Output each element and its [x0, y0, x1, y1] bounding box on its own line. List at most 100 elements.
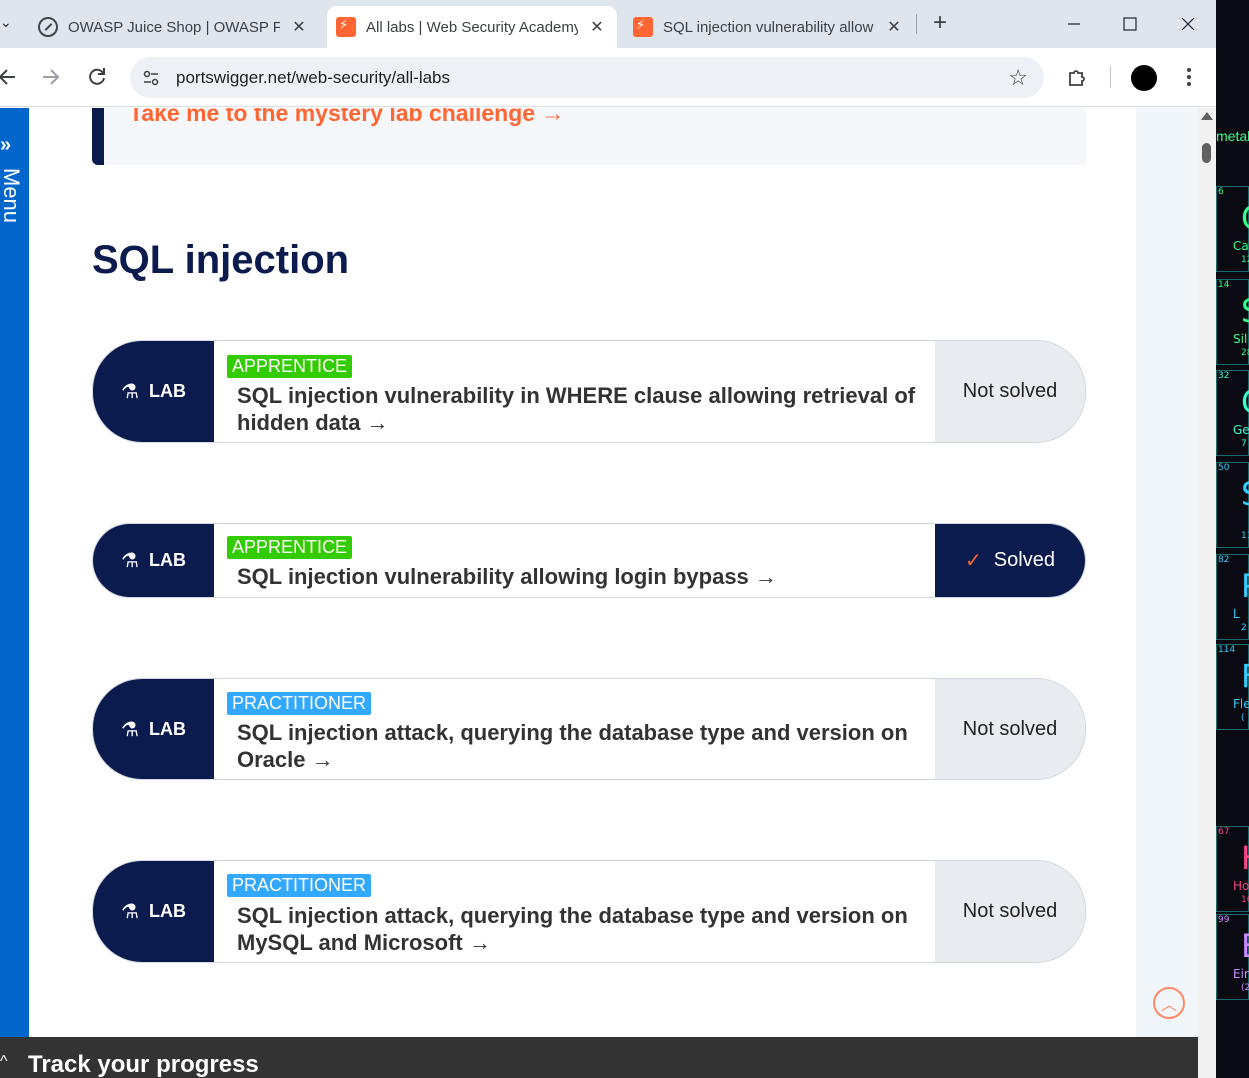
lab-badge: ⚗ LAB — [93, 341, 214, 442]
status-not-solved: Not solved — [935, 861, 1085, 962]
element-name: Hol — [1233, 879, 1249, 893]
tab-separator — [916, 14, 917, 34]
page-viewport: » Menu Take me to the mystery lab challe… — [0, 108, 1216, 1078]
arrow-left-icon — [0, 69, 15, 85]
address-bar[interactable]: portswigger.net/web-security/all-labs ☆ — [130, 57, 1044, 98]
chevron-up-icon: ^ — [0, 1053, 8, 1070]
section-title: SQL injection — [92, 238, 350, 282]
double-chevron-right-icon: » — [0, 134, 12, 156]
tab-search-chevron-icon[interactable]: ⌄ — [0, 14, 14, 34]
extensions-button[interactable] — [1064, 64, 1090, 90]
element-name: Fler — [1233, 697, 1249, 711]
periodic-cell: 32 G Germ 7 — [1216, 370, 1249, 456]
flask-icon: ⚗ — [121, 901, 139, 923]
periodic-cell: 82 PL2 — [1216, 554, 1249, 640]
scrollbar-thumb[interactable] — [1202, 143, 1211, 163]
reload-button[interactable] — [84, 64, 110, 90]
main-content: Take me to the mystery lab challenge → S… — [29, 108, 1136, 1038]
menu-label: Menu — [0, 168, 24, 224]
kebab-icon — [1187, 68, 1191, 86]
puzzle-icon — [1069, 70, 1085, 86]
element-name: Einst — [1233, 967, 1249, 981]
reload-icon — [89, 68, 105, 85]
lab-card[interactable]: ⚗ LAB APPRENTICE SQL injection vulnerabi… — [92, 523, 1086, 598]
level-badge-practitioner: PRACTITIONER — [227, 874, 372, 897]
element-weight: 7 — [1241, 439, 1247, 449]
url-text: portswigger.net/web-security/all-labs — [176, 68, 451, 87]
status-not-solved: Not solved — [935, 341, 1085, 442]
maximize-button[interactable] — [1110, 8, 1150, 40]
status-label: Not solved — [962, 717, 1058, 740]
site-info-icon[interactable] — [138, 65, 164, 91]
background-header-fragment: metal — [1216, 128, 1249, 144]
new-tab-button[interactable]: + — [928, 10, 952, 38]
element-name: Ca — [1233, 239, 1249, 253]
element-number: 82 — [1218, 555, 1230, 565]
close-window-button[interactable] — [1168, 8, 1208, 40]
scroll-up-arrow-icon[interactable] — [1201, 112, 1213, 120]
lab-card[interactable]: ⚗ LAB APPRENTICE SQL injection vulnerabi… — [92, 340, 1086, 443]
level-badge-apprentice: APPRENTICE — [227, 355, 353, 378]
menu-kebab-button[interactable] — [1176, 64, 1202, 90]
lab-badge-label: LAB — [148, 550, 186, 570]
element-symbol: G — [1241, 383, 1249, 421]
chevron-up-icon: ︿ — [1160, 997, 1177, 1014]
element-symbol: F — [1241, 657, 1249, 695]
lab-badge-label: LAB — [148, 381, 186, 401]
tab-strip: ⌄ OWASP Juice Shop | OWASP Fo ✕ All labs… — [0, 0, 1216, 48]
lab-title-link[interactable]: SQL injection attack, querying the datab… — [237, 719, 937, 773]
lab-badge-label: LAB — [148, 901, 186, 921]
periodic-cell: 114 F Fler ( — [1216, 644, 1249, 730]
tab-close-icon[interactable]: ✕ — [586, 16, 608, 38]
element-symbol: S — [1241, 475, 1249, 513]
element-symbol: S — [1241, 292, 1249, 330]
lab-title-link[interactable]: SQL injection vulnerability allowing log… — [237, 563, 937, 590]
element-symbol: H — [1241, 839, 1249, 877]
element-number: 67 — [1218, 827, 1230, 837]
element-symbol: E — [1241, 927, 1249, 965]
maximize-icon — [1123, 17, 1137, 31]
mystery-lab-link[interactable]: Take me to the mystery lab challenge → — [129, 108, 564, 127]
tab-close-icon[interactable]: ✕ — [883, 16, 905, 38]
flask-icon: ⚗ — [121, 381, 139, 403]
tab-owasp-juice-shop[interactable]: OWASP Juice Shop | OWASP Fo ✕ — [38, 6, 328, 48]
element-weight: 16 — [1241, 895, 1249, 905]
minimize-button[interactable] — [1054, 8, 1094, 40]
tab-all-labs[interactable]: All labs | Web Security Academy ✕ — [327, 6, 617, 48]
flask-icon: ⚗ — [121, 718, 139, 741]
element-number: 99 — [1218, 915, 1230, 925]
periodic-cell: 14 S Sil 28 — [1216, 279, 1249, 365]
lab-badge-label: LAB — [148, 718, 186, 739]
element-name: Sil — [1233, 332, 1248, 346]
element-name: Germ — [1233, 423, 1249, 437]
bookmark-star-icon[interactable]: ☆ — [1008, 65, 1028, 91]
tab-close-icon[interactable]: ✕ — [288, 16, 310, 38]
lab-title-link[interactable]: SQL injection attack, querying the datab… — [237, 902, 937, 956]
browser-toolbar: portswigger.net/web-security/all-labs ☆ — [0, 48, 1216, 107]
lab-title-link[interactable]: SQL injection vulnerability in WHERE cla… — [237, 382, 937, 436]
mystery-lab-callout: Take me to the mystery lab challenge → — [92, 108, 1086, 165]
lab-badge: ⚗ LAB — [93, 861, 214, 962]
periodic-cell: 99 E Einst (2 — [1216, 914, 1249, 1000]
page-scrollbar[interactable] — [1198, 108, 1216, 1078]
periodic-cell: 67 H Hol 16 — [1216, 826, 1249, 912]
tab-sql-injection-lab[interactable]: SQL injection vulnerability allow ✕ — [633, 6, 913, 48]
back-button[interactable] — [0, 64, 20, 90]
background-window-periodic-table: metal 6 C Ca 12 14 S Sil 28 32 G Germ 7 50 S 11 82 PL2 11… — [1216, 0, 1249, 1078]
track-progress-bar[interactable]: ^ Track your progress — [0, 1037, 1198, 1078]
lab-card[interactable]: ⚗ LAB PRACTITIONER SQL injection attack,… — [92, 678, 1086, 780]
side-menu[interactable]: » Menu — [0, 108, 29, 1078]
status-solved: ✓ Solved — [935, 524, 1085, 597]
browser-window: ⌄ OWASP Juice Shop | OWASP Fo ✕ All labs… — [0, 0, 1216, 1078]
lab-card[interactable]: ⚗ LAB PRACTITIONER SQL injection attack,… — [92, 860, 1086, 963]
scroll-to-top-button[interactable]: ︿ — [1153, 987, 1185, 1019]
tab-title: All labs | Web Security Academy — [366, 18, 578, 36]
owasp-icon — [38, 17, 58, 37]
profile-avatar[interactable] — [1131, 65, 1157, 91]
arrow-right-icon — [43, 69, 60, 85]
forward-button[interactable] — [38, 64, 64, 90]
status-label: Solved — [993, 549, 1055, 571]
status-not-solved: Not solved — [935, 679, 1085, 779]
tune-icon — [143, 70, 159, 86]
element-weight: 11 — [1241, 531, 1249, 541]
